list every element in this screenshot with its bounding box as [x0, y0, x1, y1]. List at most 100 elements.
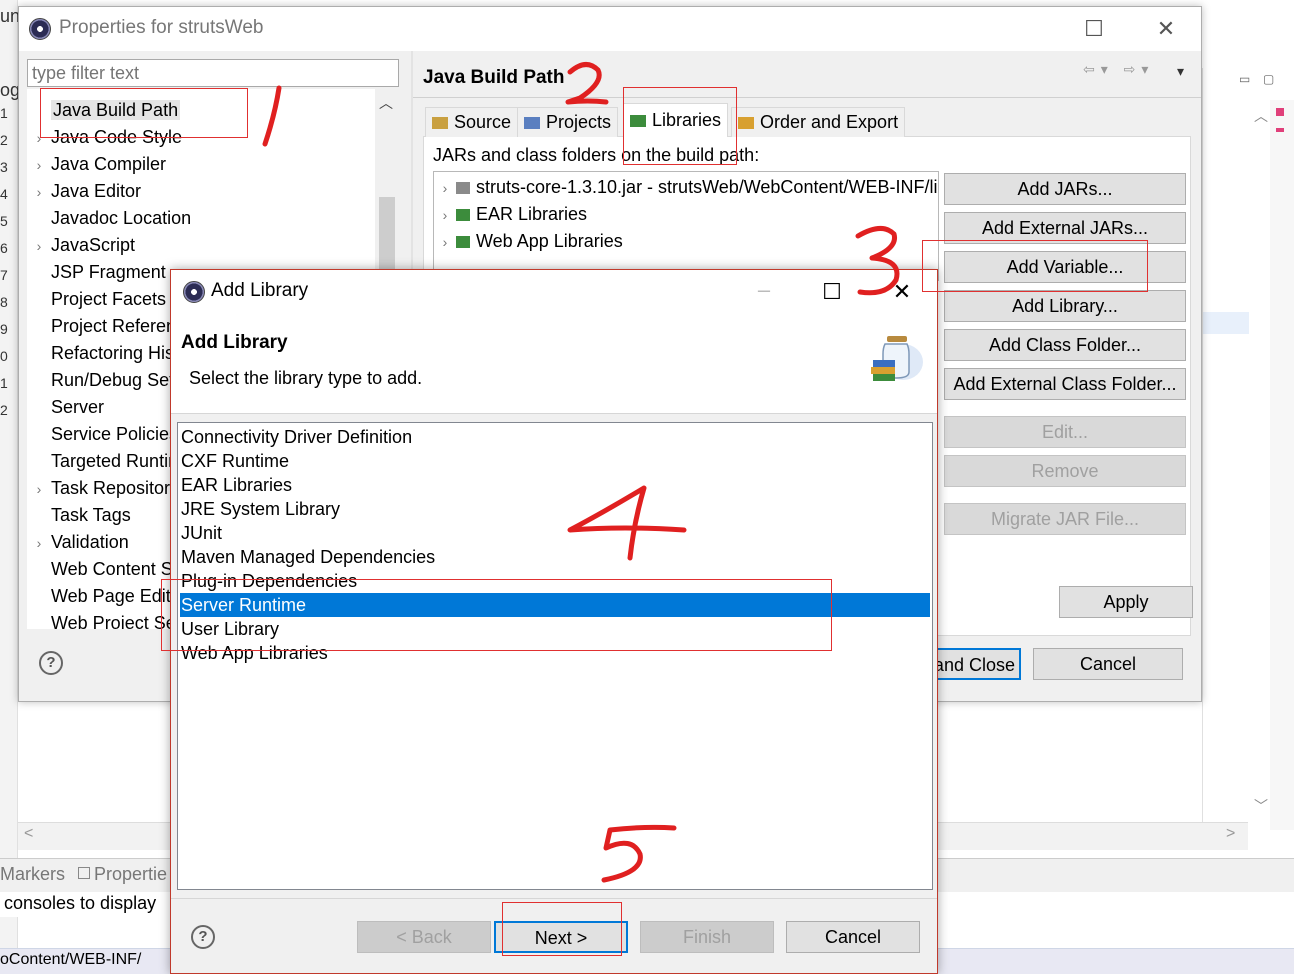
tree-item[interactable]: Service Policies	[27, 421, 178, 448]
current-line-highlight	[1203, 312, 1249, 334]
chevron-right-icon[interactable]: ›	[434, 202, 456, 229]
build-path-entry[interactable]: › struts-core-1.3.10.jar - strutsWeb/WebC…	[434, 174, 938, 202]
close-button[interactable]: ✕	[1151, 14, 1181, 44]
library-type-item[interactable]: Connectivity Driver Definition	[180, 425, 930, 449]
add-jars-button[interactable]: Add JARs...	[944, 173, 1186, 205]
tree-item[interactable]: › Task Repository	[27, 475, 179, 502]
tree-item-label: Task Repository	[51, 478, 180, 498]
tree-item-label: Service Policies	[51, 424, 179, 444]
overview-ruler: ︿ ﹀	[1254, 100, 1294, 830]
page-title: Java Build Path	[423, 67, 565, 88]
jar-icon	[456, 182, 470, 194]
tree-item-label: Javadoc Location	[51, 208, 192, 228]
filter-input[interactable]	[27, 59, 399, 87]
tree-scroll-thumb[interactable]	[379, 197, 395, 277]
tree-item[interactable]: JSP Fragment	[27, 259, 166, 286]
cancel-button[interactable]: Cancel	[1033, 648, 1183, 680]
minimize-icon[interactable]: ▭	[1239, 72, 1250, 86]
chevron-right-icon[interactable]: ›	[27, 233, 51, 260]
chevron-right-icon[interactable]: ›	[434, 175, 456, 202]
tab-properties[interactable]: Propertie	[94, 864, 167, 885]
library-icon	[456, 236, 470, 248]
annotation-box-5	[502, 902, 622, 956]
chevron-right-icon[interactable]: ›	[434, 229, 456, 256]
line-number: 1	[0, 375, 8, 391]
tree-item-label: Project Facets	[51, 289, 167, 309]
chevron-right-icon[interactable]: ›	[27, 476, 51, 503]
history-nav-icons[interactable]: ⇦▾ ⇨▾	[1083, 61, 1154, 78]
line-number: 1	[0, 105, 8, 121]
wizard-heading: Add Library	[181, 332, 288, 353]
library-type-item[interactable]: EAR Libraries	[180, 473, 930, 497]
annotation-number-3	[855, 226, 900, 296]
line-numbers: 1 2 3 4 5 6 7 8 9 0 1 2	[0, 100, 16, 424]
scroll-left-icon[interactable]: <	[24, 825, 33, 843]
library-type-list[interactable]: Connectivity Driver Definition CXF Runtim…	[177, 422, 933, 890]
tree-item-label: Server	[51, 397, 105, 417]
line-number: 5	[0, 213, 8, 229]
entry-label: Web App Libraries	[476, 231, 623, 251]
tree-item[interactable]: Javadoc Location	[27, 205, 191, 232]
library-type-item[interactable]: JUnit	[180, 521, 930, 545]
library-jar-icon	[871, 336, 923, 381]
build-path-entry[interactable]: › Web App Libraries	[434, 228, 623, 255]
help-icon[interactable]: ?	[39, 651, 63, 675]
tree-item-label: Java Editor	[51, 181, 142, 201]
annotation-number-2	[565, 62, 609, 105]
annotation-box-4	[161, 579, 832, 651]
console-message: consoles to display	[4, 893, 157, 913]
library-type-item[interactable]: JRE System Library	[180, 497, 930, 521]
chevron-right-icon[interactable]: ›	[27, 179, 51, 206]
chevron-right-icon[interactable]: ›	[27, 530, 51, 557]
maximize-button[interactable]: ☐	[817, 277, 847, 307]
build-path-entry[interactable]: › EAR Libraries	[434, 201, 587, 228]
annotation-number-5	[601, 824, 677, 883]
tree-item-label: Task Tags	[51, 505, 131, 525]
tab-projects[interactable]: Projects	[517, 107, 619, 137]
tree-item[interactable]: Server	[27, 394, 104, 421]
annotation-box-2	[623, 87, 737, 165]
eclipse-icon	[29, 18, 51, 40]
help-icon[interactable]: ?	[191, 925, 215, 949]
minimize-button: ‒	[757, 277, 771, 302]
annotation-number-1	[262, 85, 282, 147]
line-number: 9	[0, 321, 8, 337]
add-library-button[interactable]: Add Library...	[944, 290, 1186, 322]
tree-item-label: JSP Fragment	[51, 262, 166, 282]
annotation-box-1	[40, 88, 248, 138]
tab-label: Source	[454, 112, 512, 132]
scroll-right-icon[interactable]: >	[1226, 825, 1235, 843]
add-class-folder-button[interactable]: Add Class Folder...	[944, 329, 1186, 361]
chevron-right-icon[interactable]: ›	[27, 152, 51, 179]
tree-item[interactable]: › Validation	[27, 529, 129, 556]
migrate-jar-file-button: Migrate JAR File...	[944, 503, 1186, 535]
view-menu-icon[interactable]: ▾	[1177, 63, 1184, 80]
tree-item-label: JavaScript	[51, 235, 136, 255]
line-number: 4	[0, 186, 8, 202]
properties-titlebar[interactable]: Properties for strutsWeb ☐ ✕	[19, 7, 1201, 51]
scroll-up-icon[interactable]: ︿	[379, 93, 393, 113]
add-external-class-folder-button[interactable]: Add External Class Folder...	[944, 368, 1186, 400]
tree-item[interactable]: › Java Editor	[27, 178, 141, 205]
properties-view-icon	[78, 867, 90, 879]
tree-item[interactable]: Project Facets	[27, 286, 166, 313]
tab-order-and-export[interactable]: Order and Export	[731, 107, 906, 137]
tree-item[interactable]: › Java Compiler	[27, 151, 166, 178]
cancel-button[interactable]: Cancel	[786, 921, 920, 953]
maximize-button[interactable]: ☐	[1079, 14, 1109, 44]
tree-item[interactable]: Task Tags	[27, 502, 131, 529]
add-library-titlebar[interactable]: Add Library ‒ ☐ ✕	[171, 270, 937, 314]
line-number: 7	[0, 267, 8, 283]
apply-button[interactable]: Apply	[1059, 586, 1193, 618]
error-marker[interactable]	[1276, 108, 1284, 116]
library-type-item[interactable]: Maven Managed Dependencies	[180, 545, 930, 569]
scroll-down-icon[interactable]: ﹀	[1254, 796, 1268, 816]
maximize-icon[interactable]: ▢	[1263, 72, 1274, 86]
tab-source[interactable]: Source	[425, 107, 519, 137]
tree-item[interactable]: › JavaScript	[27, 232, 135, 259]
annotation-box-3	[922, 240, 1148, 292]
library-type-item[interactable]: CXF Runtime	[180, 449, 930, 473]
tab-markers[interactable]: Markers	[0, 864, 65, 885]
warning-marker[interactable]	[1276, 128, 1284, 132]
scroll-up-icon[interactable]: ︿	[1254, 106, 1268, 126]
